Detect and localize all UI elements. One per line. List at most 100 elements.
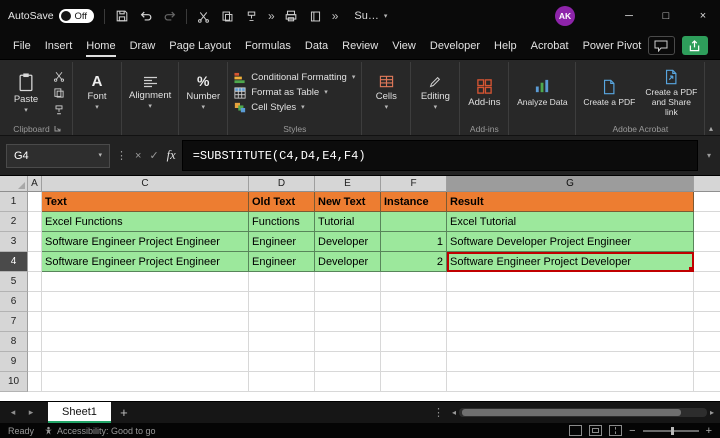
save-button[interactable] — [111, 5, 132, 27]
accessibility-status-button[interactable]: Accessibility: Good to go — [44, 426, 156, 436]
cell-C3[interactable]: Software Engineer Project Engineer — [42, 232, 249, 252]
cell-D6[interactable] — [249, 292, 315, 312]
add-sheet-button[interactable]: + — [115, 405, 133, 420]
cell-E10[interactable] — [315, 372, 381, 392]
menu-tab-help[interactable]: Help — [487, 34, 524, 58]
menu-tab-file[interactable]: File — [6, 34, 38, 58]
cell-F7[interactable] — [381, 312, 447, 332]
column-header-c[interactable]: C — [42, 176, 249, 192]
alignment-button[interactable]: Alignment ▾ — [126, 75, 174, 111]
menu-tab-draw[interactable]: Draw — [123, 34, 163, 58]
cell-C5[interactable] — [42, 272, 249, 292]
scrollbar-thumb[interactable] — [462, 409, 681, 416]
cell-E8[interactable] — [315, 332, 381, 352]
cut-button[interactable] — [50, 69, 68, 83]
share-button[interactable] — [682, 36, 708, 55]
cell-E3[interactable]: Developer — [315, 232, 381, 252]
cell-G3[interactable]: Software Developer Project Engineer — [447, 232, 694, 252]
zoom-slider-thumb[interactable] — [671, 427, 674, 435]
cell-C9[interactable] — [42, 352, 249, 372]
cell-A9[interactable] — [28, 352, 42, 372]
print-button[interactable] — [281, 5, 302, 27]
menu-tab-power-pivot[interactable]: Power Pivot — [576, 34, 649, 58]
window-title[interactable]: Su… ▾ — [354, 10, 387, 22]
cell-A10[interactable] — [28, 372, 42, 392]
cell-F8[interactable] — [381, 332, 447, 352]
sheet-nav-left-icon[interactable]: ◂ — [6, 407, 20, 418]
scroll-left-icon[interactable]: ◂ — [452, 408, 456, 417]
cell-G6[interactable] — [447, 292, 694, 312]
cell-A5[interactable] — [28, 272, 42, 292]
cell-F9[interactable] — [381, 352, 447, 372]
maximize-button[interactable]: □ — [649, 0, 683, 32]
create-pdf-share-button[interactable]: Create a PDF and Share link — [642, 68, 700, 118]
sheet-nav-right-icon[interactable]: ▸ — [24, 407, 38, 418]
redo-button[interactable] — [159, 5, 180, 27]
cell-F5[interactable] — [381, 272, 447, 292]
menu-tab-data[interactable]: Data — [298, 34, 335, 58]
copy-button[interactable] — [217, 5, 238, 27]
cell-G9[interactable] — [447, 352, 694, 372]
cell-A2[interactable] — [28, 212, 42, 232]
qat-overflow-icon[interactable]: » — [265, 9, 278, 23]
column-header-g[interactable]: G — [447, 176, 694, 192]
menu-tab-view[interactable]: View — [385, 34, 423, 58]
dialog-launcher-icon[interactable] — [54, 125, 61, 132]
cell-A8[interactable] — [28, 332, 42, 352]
cell-C6[interactable] — [42, 292, 249, 312]
cell-C4[interactable]: Software Engineer Project Engineer — [42, 252, 249, 272]
column-header-f[interactable]: F — [381, 176, 447, 192]
row-header-8[interactable]: 8 — [0, 332, 28, 352]
format-painter-button[interactable] — [241, 5, 262, 27]
formula-bar-handle-icon[interactable]: ⋮ — [116, 149, 127, 162]
cell-C1[interactable]: Text — [42, 192, 249, 212]
column-header-a[interactable]: A — [28, 176, 42, 192]
cell-F10[interactable] — [381, 372, 447, 392]
cell-F2[interactable] — [381, 212, 447, 232]
cell-E5[interactable] — [315, 272, 381, 292]
cell-D4[interactable]: Engineer — [249, 252, 315, 272]
cell-G7[interactable] — [447, 312, 694, 332]
close-button[interactable]: × — [686, 0, 720, 32]
cell-D5[interactable] — [249, 272, 315, 292]
cell-G8[interactable] — [447, 332, 694, 352]
menu-tab-formulas[interactable]: Formulas — [238, 34, 298, 58]
menu-tab-acrobat[interactable]: Acrobat — [524, 34, 576, 58]
cell-E4[interactable]: Developer — [315, 252, 381, 272]
row-header-1[interactable]: 1 — [0, 192, 28, 212]
cell-G2[interactable]: Excel Tutorial — [447, 212, 694, 232]
cell-A4[interactable] — [28, 252, 42, 272]
collapse-ribbon-button[interactable]: ▴ — [709, 124, 713, 133]
row-header-9[interactable]: 9 — [0, 352, 28, 372]
comments-button[interactable] — [648, 36, 674, 55]
cell-F4[interactable]: 2 — [381, 252, 447, 272]
cell-F1[interactable]: Instance — [381, 192, 447, 212]
row-header-3[interactable]: 3 — [0, 232, 28, 252]
cell-G10[interactable] — [447, 372, 694, 392]
row-header-2[interactable]: 2 — [0, 212, 28, 232]
cell-F3[interactable]: 1 — [381, 232, 447, 252]
cell-D9[interactable] — [249, 352, 315, 372]
copy-button[interactable] — [50, 86, 68, 100]
page-layout-view-button[interactable] — [589, 425, 602, 436]
insert-function-button[interactable]: fx — [167, 148, 176, 163]
sheet-tab-sheet1[interactable]: Sheet1 — [48, 402, 111, 423]
scrollbar-track[interactable] — [459, 408, 707, 417]
cut-button[interactable] — [193, 5, 214, 27]
cell-A1[interactable] — [28, 192, 42, 212]
cell-D3[interactable]: Engineer — [249, 232, 315, 252]
cell-G5[interactable] — [447, 272, 694, 292]
format-as-table-button[interactable]: Format as Table ▾ — [232, 87, 357, 99]
cancel-entry-button[interactable]: × — [135, 150, 141, 162]
zoom-out-button[interactable]: − — [629, 426, 635, 436]
account-avatar[interactable]: AK — [555, 6, 575, 26]
analyze-data-button[interactable]: Analyze Data — [513, 77, 571, 108]
format-painter-button[interactable] — [50, 103, 68, 117]
menu-tab-review[interactable]: Review — [335, 34, 385, 58]
menu-tab-page-layout[interactable]: Page Layout — [162, 34, 238, 58]
paste-button[interactable]: Paste ▾ — [6, 71, 46, 115]
zoom-in-button[interactable]: + — [706, 426, 712, 436]
scroll-right-icon[interactable]: ▸ — [710, 408, 714, 417]
cell-D2[interactable]: Functions — [249, 212, 315, 232]
row-header-7[interactable]: 7 — [0, 312, 28, 332]
